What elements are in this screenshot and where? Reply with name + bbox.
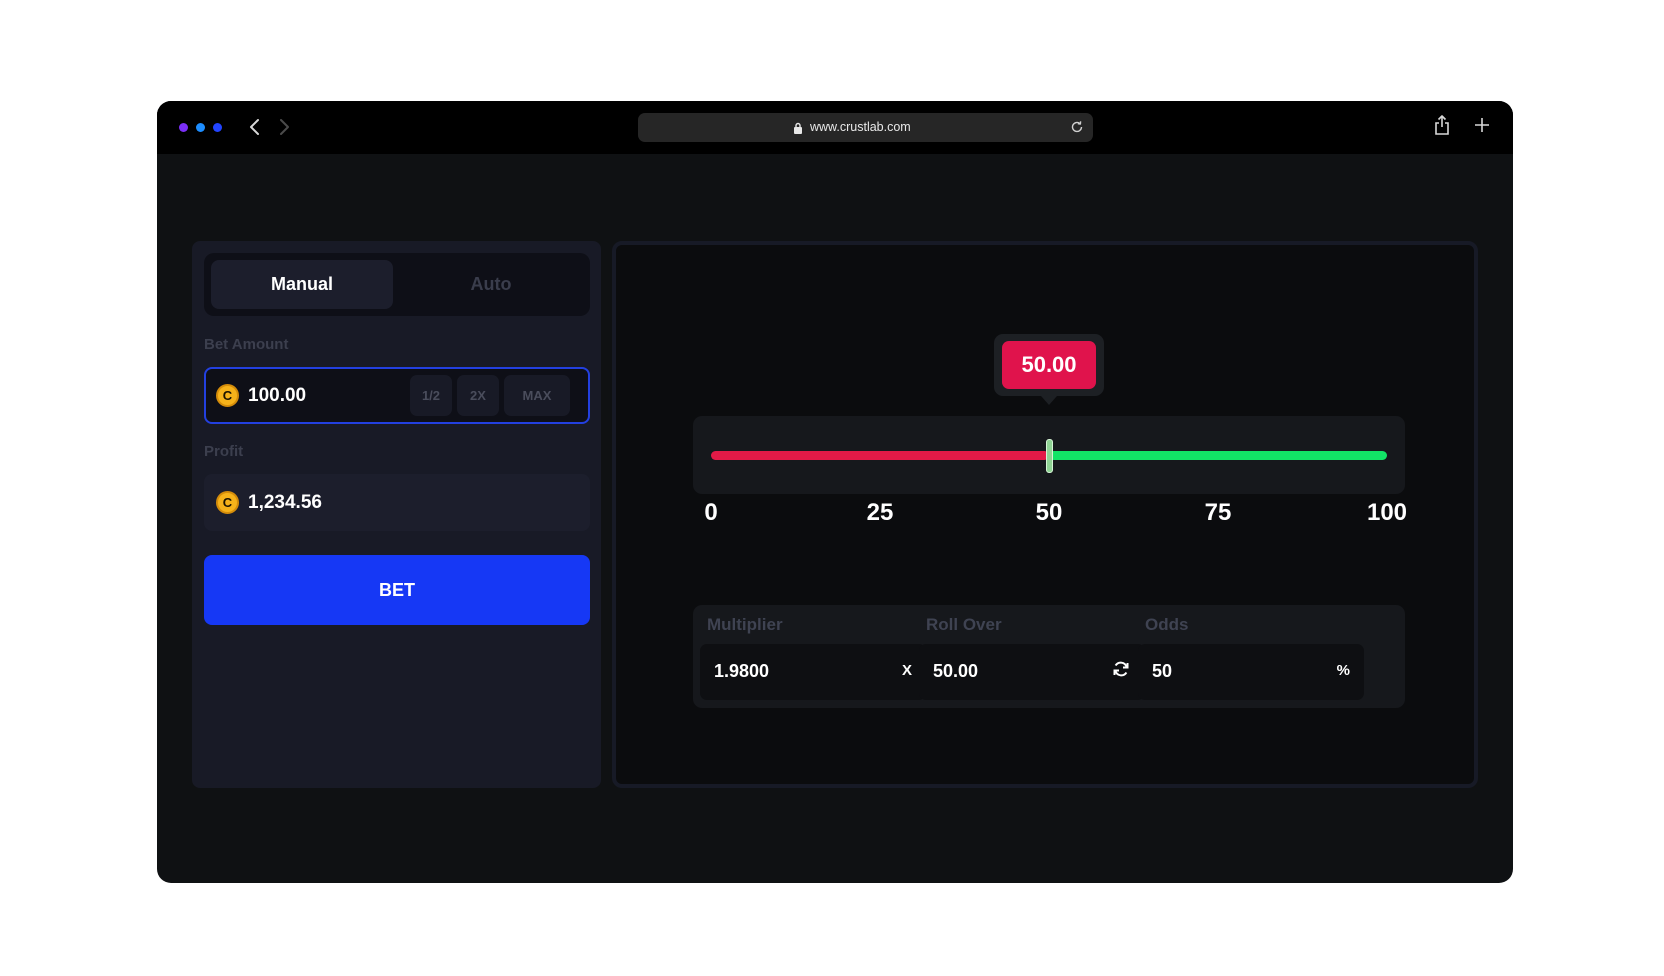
slider-tick-label: 100 [1366, 499, 1408, 526]
bet-amount-input[interactable]: C 100.00 1/2 2X MAX [204, 367, 590, 424]
multiplier-input[interactable]: 1.9800 X [700, 644, 926, 700]
profit-value: 1,234.56 [248, 492, 322, 513]
tab-manual[interactable]: Manual [211, 260, 393, 309]
share-icon[interactable] [1433, 114, 1451, 141]
slider-tick-label: 25 [866, 499, 894, 526]
odds-label: Odds [1145, 615, 1189, 634]
roll-value-badge: 50.00 [1002, 341, 1096, 389]
browser-window: www.crustlab.com Manual Auto Bet Amount … [157, 101, 1513, 883]
double-bet-button[interactable]: 2X [457, 375, 499, 416]
mode-tabs: Manual Auto [204, 253, 590, 316]
roll-over-value[interactable]: 50.00 [933, 661, 978, 682]
max-bet-button[interactable]: MAX [504, 375, 570, 416]
odds-input[interactable]: 50 % [1138, 644, 1364, 700]
over-range-bar[interactable] [1049, 451, 1387, 460]
forward-arrow-icon[interactable] [273, 115, 295, 139]
new-tab-icon[interactable] [1473, 116, 1491, 139]
bet-stats-panel: Multiplier Roll Over Odds 1.9800 X 50.00… [693, 605, 1405, 708]
bet-amount-value[interactable]: 100.00 [248, 385, 306, 407]
slider-tick-label: 50 [1035, 499, 1063, 526]
multiplier-value[interactable]: 1.9800 [714, 661, 769, 682]
under-range-bar[interactable] [711, 451, 1049, 460]
url-text: www.crustlab.com [810, 120, 911, 134]
back-arrow-icon[interactable] [245, 115, 267, 139]
slider-tick-label: 0 [704, 499, 718, 526]
bet-amount-label: Bet Amount [204, 336, 289, 353]
roll-over-input[interactable]: 50.00 [919, 644, 1145, 700]
odds-value[interactable]: 50 [1152, 661, 1172, 682]
slider-tick-label: 75 [1204, 499, 1232, 526]
half-bet-button[interactable]: 1/2 [410, 375, 452, 416]
bet-controls-panel: Manual Auto Bet Amount C 100.00 1/2 2X M… [192, 241, 601, 788]
coin-icon: C [216, 491, 239, 514]
address-bar[interactable]: www.crustlab.com [638, 113, 1093, 142]
coin-icon: C [216, 384, 239, 407]
reload-icon[interactable] [1069, 119, 1085, 140]
window-dot-icon[interactable] [179, 123, 188, 132]
bet-button[interactable]: BET [204, 555, 590, 625]
dice-game-panel: 50.00 0 25 50 75 100 Multiplier Roll Ove… [612, 241, 1478, 788]
profit-field: C 1,234.56 [204, 474, 590, 531]
window-dot-icon[interactable] [213, 123, 222, 132]
lock-icon [793, 121, 803, 139]
profit-label: Profit [204, 443, 244, 460]
roll-over-label: Roll Over [926, 615, 1002, 634]
window-dot-icon[interactable] [196, 123, 205, 132]
slider-handle[interactable] [1045, 439, 1053, 473]
odds-suffix: % [1336, 662, 1350, 679]
dice-slider[interactable] [693, 416, 1405, 494]
multiplier-suffix: X [901, 662, 912, 679]
multiplier-label: Multiplier [707, 615, 783, 634]
browser-titlebar: www.crustlab.com [157, 101, 1513, 154]
roll-value-tooltip: 50.00 [994, 334, 1104, 405]
swap-icon[interactable] [1111, 659, 1131, 683]
tab-auto[interactable]: Auto [399, 260, 583, 309]
